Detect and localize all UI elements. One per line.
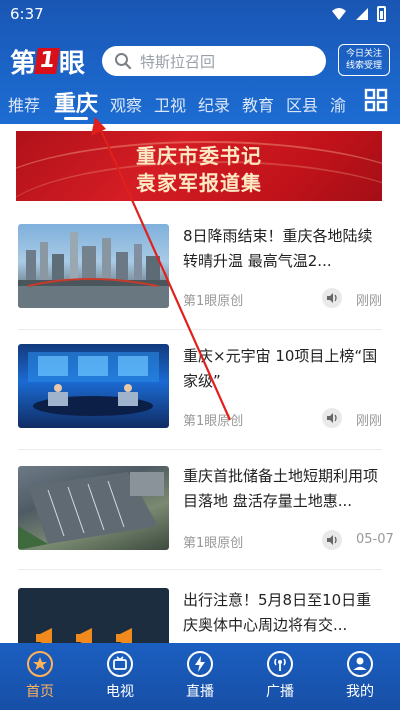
tv-icon: [107, 651, 133, 677]
tab-satellite-tv[interactable]: 卫视: [154, 92, 186, 116]
nav-radio-label: 广播: [266, 684, 294, 700]
tab-recommend[interactable]: 推荐: [8, 92, 40, 116]
search-bar[interactable]: 特斯拉召回: [102, 46, 326, 76]
tab-districts[interactable]: 区县: [286, 92, 318, 116]
search-icon: [115, 53, 132, 70]
nav-mine[interactable]: 我的: [320, 643, 400, 710]
tips-button[interactable]: 今日关注 线索受理: [338, 44, 390, 76]
channel-tabs: 推荐 重庆 观察 卫视 纪录 教育 区县 渝: [0, 86, 400, 120]
person-icon: [347, 651, 373, 677]
active-tab-indicator: [64, 117, 88, 120]
nav-tv-label: 电视: [106, 684, 134, 700]
news-thumbnail: [18, 588, 169, 643]
tab-documentary[interactable]: 纪录: [198, 92, 230, 116]
bottom-nav: 首页 电视 直播 广播 我的: [0, 643, 400, 710]
news-source: 第1眼原创: [183, 536, 244, 551]
logo-mark: 1: [34, 48, 60, 74]
battery-icon: [377, 6, 386, 22]
news-title: 出行注意！5月8日至10日重庆奥体中心周边将有交...: [183, 591, 372, 634]
divider: [18, 569, 382, 570]
news-title: 8日降雨结束！重庆各地陆续转晴升温 最高气温2...: [183, 227, 373, 270]
banner-title-line1: 重庆市委书记: [136, 144, 262, 168]
status-time: 6:37: [10, 5, 44, 23]
nav-tv[interactable]: 电视: [80, 643, 160, 710]
news-item[interactable]: 8日降雨结束！重庆各地陆续转晴升温 最高气温2... 第1眼原创 刚刚: [0, 210, 400, 330]
lightning-icon: [187, 651, 213, 677]
tips-line1: 今日关注: [345, 49, 382, 59]
tab-chongqing[interactable]: 重庆: [54, 86, 98, 118]
news-time: 05-07: [356, 532, 394, 547]
channel-menu-icon[interactable]: [364, 88, 388, 112]
wifi-icon: [332, 8, 346, 20]
news-title: 重庆×元宇宙 10项目上榜“国家级”: [183, 347, 378, 390]
status-icons: [331, 6, 386, 22]
tab-yu[interactable]: 渝: [330, 92, 346, 116]
nav-live[interactable]: 直播: [160, 643, 240, 710]
news-thumbnail: [18, 344, 169, 428]
search-placeholder: 特斯拉召回: [140, 52, 216, 71]
nav-live-label: 直播: [186, 684, 214, 700]
tab-observe[interactable]: 观察: [110, 92, 142, 116]
news-source: 第1眼原创: [183, 294, 244, 309]
news-time: 刚刚: [356, 414, 383, 429]
feature-banner[interactable]: 重庆市委书记 袁家军报道集: [16, 131, 382, 201]
news-thumbnail: [18, 224, 169, 308]
logo-right: 眼: [59, 48, 85, 79]
news-item[interactable]: 出行注意！5月8日至10日重庆奥体中心周边将有交...: [0, 572, 400, 643]
banner-title-line2: 袁家军报道集: [136, 171, 262, 195]
app-header: 6:37 第 1 眼 特斯拉召回 今日关注 线索受理 推荐 重庆 观察 卫视 纪…: [0, 0, 400, 124]
news-title: 重庆首批储备土地短期利用项目落地 盘活存量土地惠...: [183, 467, 379, 510]
logo-left: 第: [10, 48, 36, 79]
tips-line2: 线索受理: [345, 61, 382, 71]
nav-home-label: 首页: [26, 684, 54, 700]
news-time: 刚刚: [356, 294, 383, 309]
speaker-icon[interactable]: [322, 288, 342, 308]
signal-icon: [356, 8, 368, 20]
news-item[interactable]: 重庆×元宇宙 10项目上榜“国家级” 第1眼原创 刚刚: [0, 330, 400, 450]
nav-home[interactable]: 首页: [0, 643, 80, 710]
status-bar: 6:37: [0, 0, 400, 28]
app-logo[interactable]: 第 1 眼: [10, 44, 85, 79]
broadcast-icon: [267, 651, 293, 677]
nav-radio[interactable]: 广播: [240, 643, 320, 710]
news-source: 第1眼原创: [183, 414, 244, 429]
speaker-icon[interactable]: [322, 408, 342, 428]
news-thumbnail: [18, 466, 169, 550]
speaker-icon[interactable]: [322, 530, 342, 550]
star-icon: [27, 651, 53, 677]
nav-mine-label: 我的: [346, 684, 374, 700]
tab-education[interactable]: 教育: [242, 92, 274, 116]
news-item[interactable]: 重庆首批储备土地短期利用项目落地 盘活存量土地惠... 第1眼原创 05-07: [0, 450, 400, 570]
